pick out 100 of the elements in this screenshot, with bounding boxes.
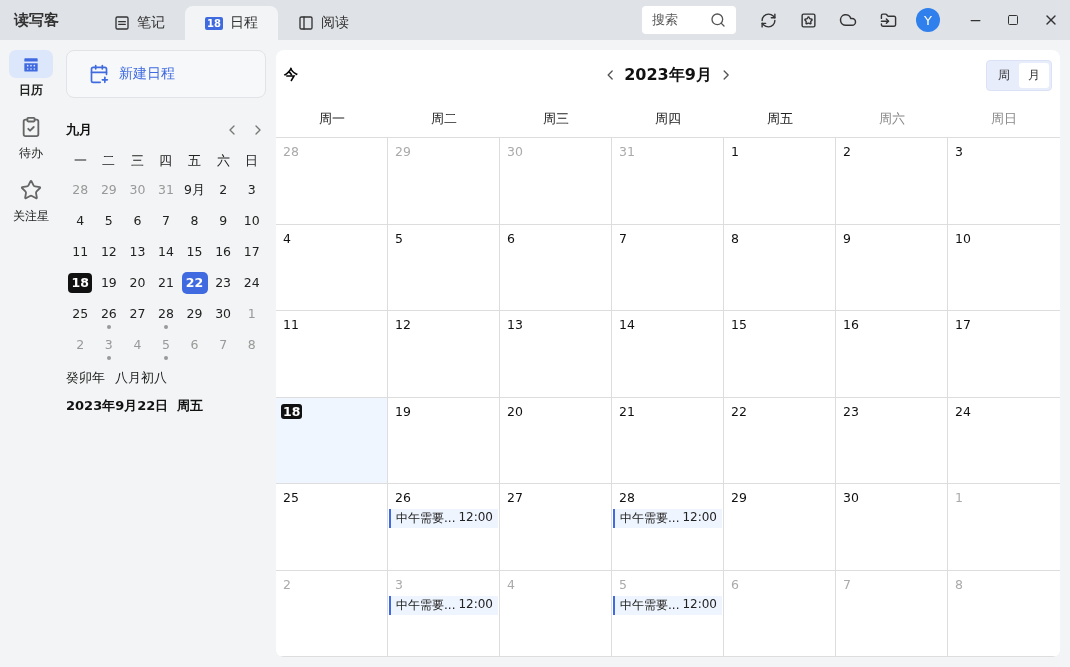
view-option[interactable]: 月 xyxy=(1019,62,1049,88)
day-number: 27 xyxy=(506,490,524,505)
day-number: 17 xyxy=(954,317,972,332)
mini-calendar-day[interactable]: 23 xyxy=(211,272,236,293)
mini-calendar-day[interactable]: 3 xyxy=(239,179,264,200)
day-cell[interactable]: 4 xyxy=(276,224,388,311)
weekday-header: 周五 xyxy=(766,110,794,128)
day-cell[interactable]: 27 xyxy=(500,484,612,571)
book-icon xyxy=(297,15,314,31)
weekday-label: 四 xyxy=(158,152,174,170)
weekday-header: 周二 xyxy=(430,110,458,128)
day-cell[interactable]: 28 中午需要... 12:00 xyxy=(612,484,724,571)
tab[interactable]: 阅读 xyxy=(277,6,369,40)
mini-calendar-day[interactable]: 13 xyxy=(125,241,150,262)
mini-calendar-day[interactable]: 4 xyxy=(68,210,93,231)
star-square-icon[interactable] xyxy=(799,11,817,29)
day-cell[interactable]: 30 xyxy=(836,484,948,571)
day-number: 20 xyxy=(506,403,524,419)
mini-calendar-day[interactable]: 9 xyxy=(211,210,236,231)
day-number: 31 xyxy=(618,144,636,159)
mini-calendar-day[interactable]: 8 xyxy=(182,210,207,231)
day-cell[interactable]: 29 xyxy=(724,484,836,571)
today-button[interactable]: 今 xyxy=(284,66,298,84)
mini-calendar-day[interactable]: 19 xyxy=(96,272,121,293)
nav-item[interactable]: 关注星 xyxy=(9,176,53,225)
day-cell[interactable]: 12 xyxy=(388,311,500,398)
event-title: 中午需要... xyxy=(396,596,456,614)
mini-calendar-day[interactable]: 6 xyxy=(125,210,150,231)
day-cell[interactable]: 22 xyxy=(724,397,836,484)
day-number: 22 xyxy=(730,403,748,419)
event-chip[interactable]: 中午需要... 12:00 xyxy=(389,509,498,528)
mini-calendar-day[interactable]: 27 xyxy=(125,303,150,324)
day-cell[interactable]: 15 xyxy=(724,311,836,398)
search-field[interactable]: 搜索 xyxy=(642,6,736,34)
search-icon xyxy=(710,12,726,28)
avatar[interactable]: Y xyxy=(916,8,940,32)
mini-calendar-day[interactable]: 24 xyxy=(239,272,264,293)
nav-item[interactable]: 待办 xyxy=(9,113,53,162)
view-option[interactable]: 周 xyxy=(989,62,1019,88)
day-cell[interactable]: 21 xyxy=(612,397,724,484)
day-number: 28 xyxy=(282,144,300,159)
day-cell[interactable]: 7 xyxy=(612,224,724,311)
event-chip[interactable]: 中午需要... 12:00 xyxy=(613,509,722,528)
mini-calendar-day[interactable]: 25 xyxy=(68,303,93,324)
mini-calendar-day[interactable]: 28 xyxy=(154,303,178,324)
weekday-label: 日 xyxy=(244,152,260,170)
day-cell[interactable]: 14 xyxy=(612,311,724,398)
event-chip[interactable]: 中午需要... 12:00 xyxy=(389,595,498,615)
day-cell[interactable]: 16 xyxy=(836,311,948,398)
mini-calendar-day[interactable]: 5 xyxy=(96,210,121,231)
mini-calendar-day[interactable]: 22 xyxy=(182,272,207,293)
day-number: 30 xyxy=(842,490,860,505)
folder-arrow-icon[interactable] xyxy=(879,11,897,29)
day-cell[interactable]: 1 xyxy=(724,138,836,225)
mini-calendar-day[interactable]: 11 xyxy=(68,241,93,262)
day-cell[interactable]: 18 xyxy=(276,397,388,484)
day-cell[interactable]: 25 xyxy=(276,484,388,571)
lunar-date: 八月初八 xyxy=(115,370,167,387)
day-cell[interactable]: 20 xyxy=(500,397,612,484)
day-cell[interactable]: 8 xyxy=(724,224,836,311)
event-time: 12:00 xyxy=(682,510,717,526)
cloud-icon[interactable] xyxy=(839,11,857,29)
mini-calendar-day[interactable]: 21 xyxy=(154,272,178,293)
day-number: 21 xyxy=(618,403,636,419)
day-cell[interactable]: 2 xyxy=(836,138,948,225)
day-cell[interactable]: 13 xyxy=(500,311,612,398)
day-cell[interactable]: 3 中午需要... 12:00 xyxy=(388,570,500,657)
day-cell[interactable]: 6 xyxy=(500,224,612,311)
mini-calendar-day[interactable]: 17 xyxy=(239,241,264,262)
event-chip[interactable]: 中午需要... 12:00 xyxy=(613,595,722,615)
day-cell[interactable]: 9 xyxy=(836,224,948,311)
mini-calendar-day[interactable]: 10 xyxy=(239,210,264,231)
new-schedule-button[interactable]: 新建日程 xyxy=(66,50,266,98)
day-cell[interactable]: 26 中午需要... 12:00 xyxy=(388,484,500,571)
mini-calendar-day[interactable]: 14 xyxy=(154,241,178,262)
day-cell[interactable]: 5 中午需要... 12:00 xyxy=(612,570,724,657)
day-number: 5 xyxy=(618,576,628,592)
mini-calendar-day[interactable]: 2 xyxy=(211,179,236,200)
maximize-icon[interactable] xyxy=(1007,14,1019,26)
mini-calendar-day[interactable]: 12 xyxy=(96,241,121,262)
mini-calendar-day[interactable]: 20 xyxy=(125,272,150,293)
mini-calendar-day[interactable]: 7 xyxy=(154,210,178,231)
mini-calendar-day[interactable]: 29 xyxy=(182,303,207,324)
day-cell[interactable]: 11 xyxy=(276,311,388,398)
mini-calendar-day[interactable]: 30 xyxy=(211,303,236,324)
day-number: 4 xyxy=(282,230,292,246)
day-number: 29 xyxy=(394,144,412,159)
tab[interactable]: 18 日程 xyxy=(185,6,278,40)
day-cell[interactable]: 23 xyxy=(836,397,948,484)
mini-calendar-day[interactable]: 15 xyxy=(182,241,207,262)
mini-calendar-day[interactable]: 9月 xyxy=(182,179,207,200)
selected-date: 2023年9月22日 周五 xyxy=(66,397,205,415)
weekday-header: 周一 xyxy=(318,110,346,128)
tab[interactable]: 笔记 xyxy=(94,6,185,40)
mini-calendar-day[interactable]: 26 xyxy=(96,303,121,324)
mini-calendar-day[interactable]: 16 xyxy=(211,241,236,262)
day-cell[interactable]: 19 xyxy=(388,397,500,484)
day-cell[interactable]: 5 xyxy=(388,224,500,311)
mini-calendar-day[interactable]: 18 xyxy=(68,272,93,293)
sync-icon[interactable] xyxy=(759,11,777,29)
